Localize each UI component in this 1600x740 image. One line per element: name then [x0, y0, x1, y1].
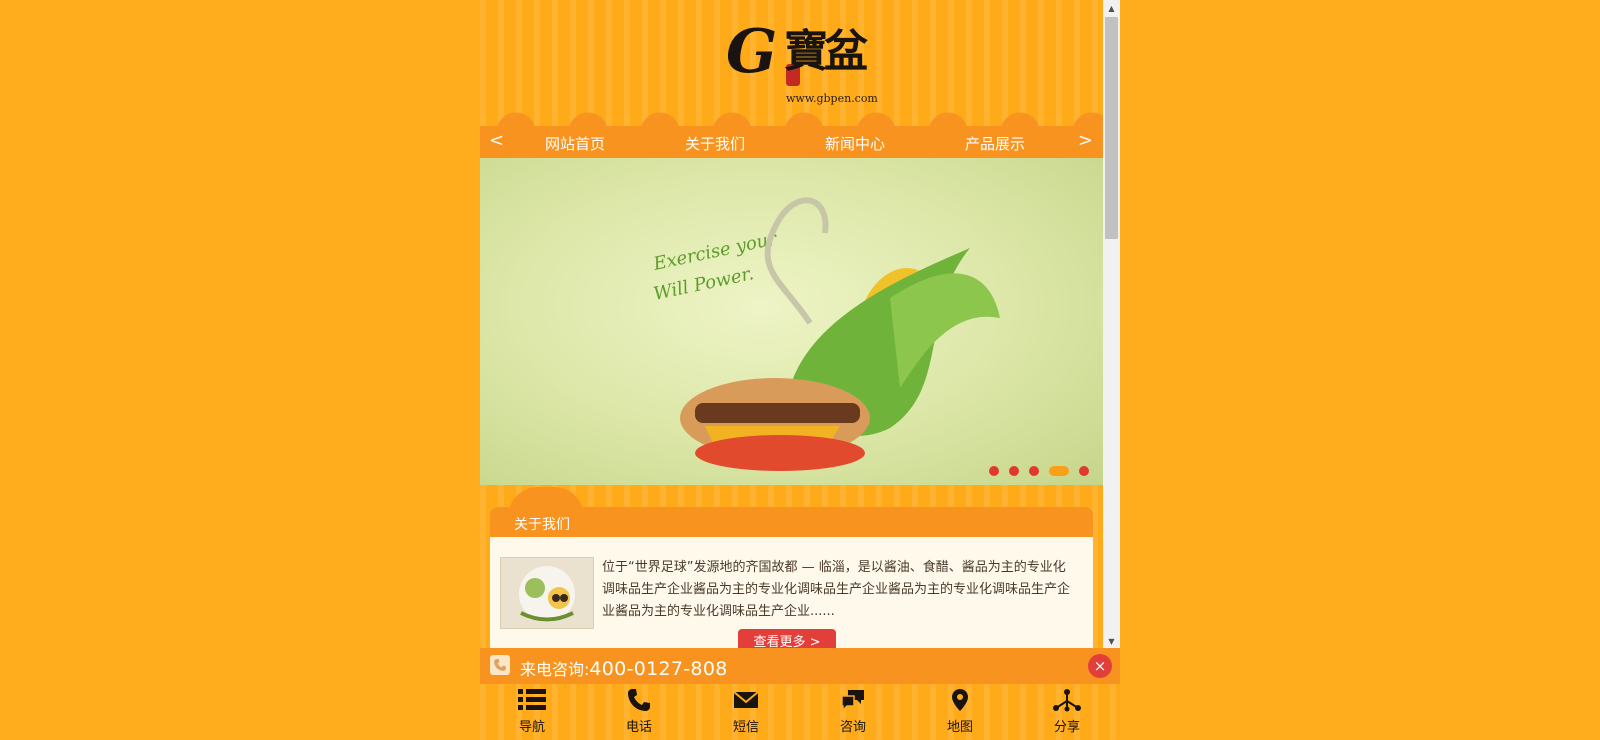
about-section: 关于我们 位于“世界足球”发源地的齐国故都 — 临淄，是以酱油、食醋、酱品为主的…: [490, 487, 1093, 650]
mobile-site-viewport: G 寶盆 www.gbpen.com < 网站首页 关于我们 新闻中心 产品展示…: [480, 0, 1120, 740]
carousel-dots: [989, 466, 1089, 476]
scroll-up-arrow-icon[interactable]: ▲: [1103, 0, 1120, 17]
logo-glyph: G: [726, 17, 778, 87]
close-hotline-button[interactable]: ×: [1088, 654, 1112, 678]
share-icon: [1053, 689, 1081, 712]
vertical-scrollbar[interactable]: ▲ ▼: [1103, 0, 1120, 650]
scroll-area[interactable]: G 寶盆 www.gbpen.com < 网站首页 关于我们 新闻中心 产品展示…: [480, 0, 1103, 650]
nav-prev-arrow[interactable]: <: [489, 130, 504, 151]
bottom-item-map[interactable]: 地图: [920, 688, 1000, 735]
carousel-dot[interactable]: [1029, 466, 1039, 476]
nav-item-news[interactable]: 新闻中心: [825, 133, 885, 154]
hotline-label[interactable]: 来电咨询:400-0127-808: [520, 656, 728, 680]
hero-banner[interactable]: Exercise your Will Power.: [480, 158, 1103, 485]
bottom-item-label: 咨询: [839, 720, 866, 735]
hotline-number: 400-0127-808: [589, 658, 728, 680]
carousel-dot-active[interactable]: [1049, 466, 1069, 476]
nav-item-products[interactable]: 产品展示: [965, 133, 1025, 154]
bottom-toolbar: 导航 电话 短信 咨询 地图 分享: [480, 684, 1120, 740]
hotline-prefix: 来电咨询:: [520, 660, 590, 679]
svg-text:Exercise your: Exercise your: [651, 228, 780, 275]
view-more-button[interactable]: 查看更多 >: [738, 629, 836, 650]
scrollbar-thumb[interactable]: [1105, 17, 1118, 239]
food-plate-image: [501, 558, 593, 628]
banner-illustration: Exercise your Will Power.: [651, 197, 1000, 471]
about-thumbnail[interactable]: [500, 557, 594, 629]
carousel-dot[interactable]: [989, 466, 999, 476]
logo-characters: 寶盆: [784, 26, 868, 77]
main-nav: < 网站首页 关于我们 新闻中心 产品展示 >: [480, 126, 1103, 158]
carousel-dot[interactable]: [1009, 466, 1019, 476]
bottom-item-consult[interactable]: 咨询: [813, 688, 893, 735]
list-icon: [518, 689, 546, 710]
hotline-bar: 来电咨询:400-0127-808 ×: [480, 648, 1120, 684]
site-header: G 寶盆 www.gbpen.com: [480, 0, 1103, 126]
bottom-item-phone[interactable]: 电话: [599, 688, 679, 735]
nav-item-home[interactable]: 网站首页: [545, 133, 605, 154]
map-pin-icon: [952, 689, 968, 711]
nav-next-arrow[interactable]: >: [1078, 130, 1093, 151]
bottom-item-label: 短信: [732, 720, 759, 735]
phone-handset-icon: [490, 655, 510, 675]
chat-icon: [841, 690, 864, 712]
bottom-item-label: 地图: [946, 720, 973, 735]
bottom-item-label: 分享: [1053, 720, 1080, 735]
about-section-title: 关于我们: [514, 517, 570, 533]
bottom-item-label: 电话: [625, 720, 652, 735]
envelope-icon: [733, 691, 759, 708]
about-section-header: 关于我们: [490, 507, 1093, 537]
about-description: 位于“世界足球”发源地的齐国故都 — 临淄，是以酱油、食醋、酱品为主的专业化调味…: [602, 560, 1071, 619]
carousel-dot[interactable]: [1079, 466, 1089, 476]
nav-item-about[interactable]: 关于我们: [685, 133, 745, 154]
about-section-body: 位于“世界足球”发源地的齐国故都 — 临淄，是以酱油、食醋、酱品为主的专业化调味…: [490, 537, 1093, 650]
bottom-item-sms[interactable]: 短信: [706, 688, 786, 735]
logo-url: www.gbpen.com: [786, 92, 878, 105]
phone-icon: [628, 689, 650, 711]
site-logo[interactable]: G 寶盆 www.gbpen.com: [726, 17, 878, 110]
bottom-item-share[interactable]: 分享: [1027, 688, 1107, 735]
bottom-item-label: 导航: [518, 720, 545, 735]
bottom-item-nav[interactable]: 导航: [492, 688, 572, 735]
